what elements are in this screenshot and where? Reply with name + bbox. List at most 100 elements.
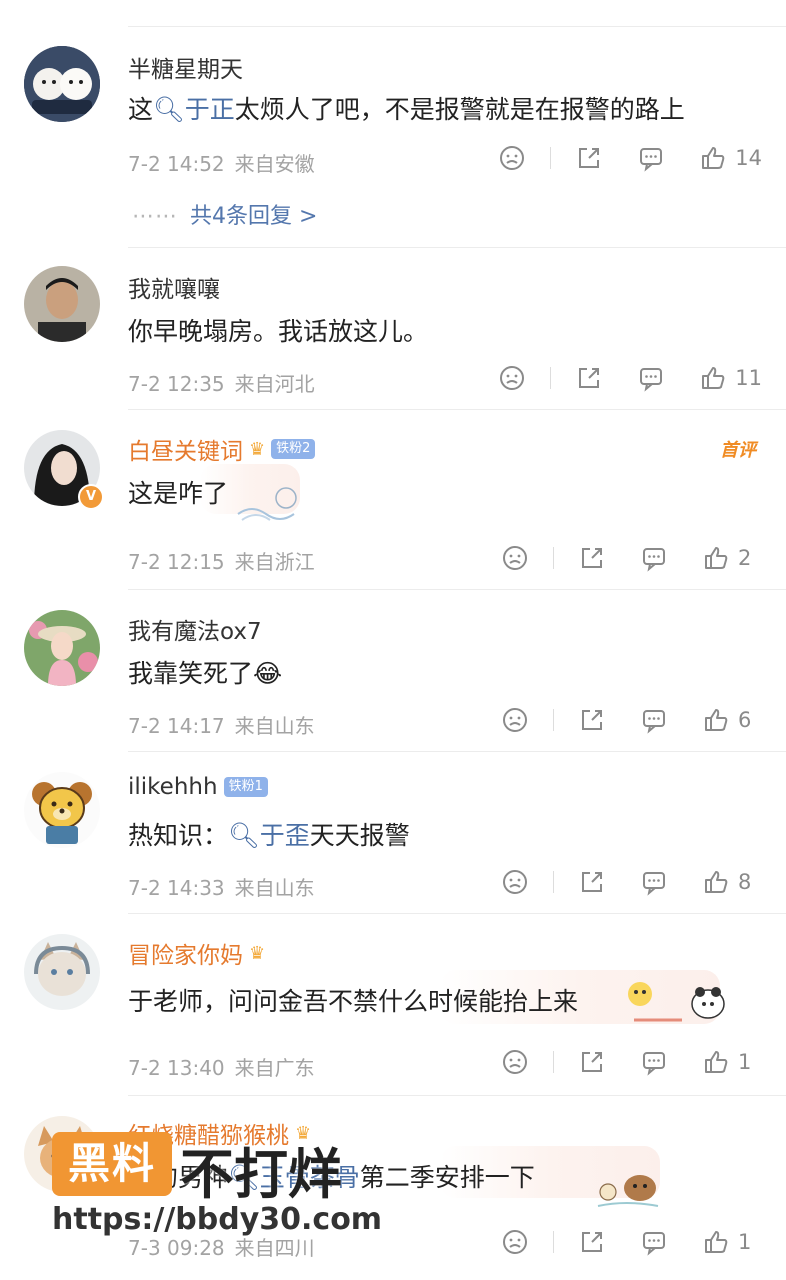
bubble-sticker-icon (237, 487, 297, 521)
dislike-face-icon[interactable] (498, 364, 526, 392)
like-icon[interactable] (702, 1228, 730, 1256)
like-icon[interactable] (699, 144, 727, 172)
like-count: 1 (738, 1050, 752, 1074)
timestamp: 7-2 14:52 (128, 152, 225, 176)
avatar[interactable] (24, 934, 100, 1010)
share-icon[interactable] (578, 544, 606, 572)
divider (553, 1051, 554, 1073)
divider (550, 147, 552, 169)
comment-icon[interactable] (637, 144, 665, 172)
avatar[interactable] (24, 772, 100, 848)
topic-link[interactable]: 🔍︎于正 (153, 95, 235, 124)
search-icon: 🔍︎ (153, 95, 185, 124)
comment-meta: 7-2 12:35 来自河北 (128, 368, 315, 397)
comment-meta: 7-2 12:15 来自浙江 (128, 546, 315, 575)
laughing-emoji-icon: 😂 (253, 659, 283, 688)
avatar[interactable] (24, 46, 100, 122)
dislike-face-icon[interactable] (501, 544, 529, 572)
like-count: 8 (738, 870, 752, 894)
like-icon[interactable] (702, 706, 730, 734)
dislike-face-icon[interactable] (498, 144, 526, 172)
comment-actions: 1 (501, 1046, 762, 1078)
fan-badge: 铁粉2 (271, 439, 316, 459)
comment-item: ilikehhh 铁粉1 热知识：🔍︎于歪天天报警 7-2 14:33 来自山东 … (0, 752, 786, 914)
location: 来自河北 (234, 372, 315, 396)
comment-actions: 8 (501, 866, 762, 898)
comment-item: 冒险家你妈 ♛ 于老师，问问金吾不禁什么时候能抬上来 7-2 13:40 来自广东… (0, 914, 786, 1096)
comment-icon[interactable] (640, 1228, 668, 1256)
share-icon[interactable] (578, 1228, 606, 1256)
crown-icon: ♛ (249, 942, 266, 964)
comment-text: 热知识：🔍︎于歪天天报警 (128, 821, 410, 850)
comment-icon[interactable] (640, 706, 668, 734)
like-icon[interactable] (702, 1048, 730, 1076)
divider (550, 367, 552, 389)
comment-actions: 1 (501, 1226, 762, 1258)
bubble-sticker-icon (628, 982, 725, 1022)
location: 来自山东 (234, 714, 315, 738)
watermark-title: 不打烊 (180, 1143, 342, 1206)
comment-actions: 14 (498, 142, 762, 174)
comment-item: 我有魔法ox7 我靠笑死了😂 7-2 14:17 来自山东 6 (0, 590, 786, 752)
like-icon[interactable] (702, 544, 730, 572)
username[interactable]: 我就嚷嚷 (128, 270, 220, 304)
avatar[interactable] (24, 266, 100, 342)
search-icon: 🔍︎ (228, 821, 260, 850)
comment-actions: 11 (498, 362, 762, 394)
like-count: 14 (735, 146, 762, 170)
comment-icon[interactable] (640, 868, 668, 896)
comment-text: 我靠笑死了😂 (128, 659, 283, 688)
like-icon[interactable] (702, 868, 730, 896)
fan-badge: 铁粉1 (223, 777, 268, 797)
verified-badge-icon: V (78, 484, 104, 510)
watermark-logo: 黑料 (52, 1132, 172, 1196)
comment-text: 于老师，问问金吾不禁什么时候能抬上来 (128, 987, 579, 1016)
comment-actions: 6 (501, 704, 762, 736)
dislike-face-icon[interactable] (501, 1228, 529, 1256)
location: 来自四川 (234, 1236, 315, 1260)
comment-icon[interactable] (640, 544, 668, 572)
comment-icon[interactable] (640, 1048, 668, 1076)
timestamp: 7-2 14:17 (128, 714, 225, 738)
timestamp: 7-2 14:33 (128, 876, 225, 900)
comment-meta: 7-2 14:52 来自安徽 (128, 148, 315, 177)
username[interactable]: ilikehhh 铁粉1 (128, 774, 268, 800)
topic-link[interactable]: 🔍︎于歪 (228, 821, 310, 850)
comment-icon[interactable] (637, 364, 665, 392)
location: 来自安徽 (234, 152, 315, 176)
divider (553, 1231, 554, 1253)
comment-item: V 白昼关键词 ♛ 铁粉2 首评 这是咋了 7-2 12:15 来自浙江 2 (0, 410, 786, 590)
first-comment-badge: 首评 (720, 440, 756, 461)
location: 来自浙江 (234, 550, 315, 574)
timestamp: 7-2 12:35 (128, 372, 225, 396)
location: 来自山东 (234, 876, 315, 900)
like-count: 2 (738, 546, 752, 570)
share-icon[interactable] (575, 144, 603, 172)
username[interactable]: 我有魔法ox7 (128, 612, 262, 646)
dots-icon: ⋯⋯ (132, 204, 178, 229)
timestamp: 7-3 09:28 (128, 1236, 225, 1260)
share-icon[interactable] (578, 1048, 606, 1076)
username[interactable]: 白昼关键词 ♛ 铁粉2 (128, 432, 316, 466)
share-icon[interactable] (578, 706, 606, 734)
dislike-face-icon[interactable] (501, 1048, 529, 1076)
username[interactable]: 半糖星期天 (128, 50, 243, 84)
share-icon[interactable] (578, 868, 606, 896)
comment-text: 这是咋了 (128, 479, 229, 508)
share-icon[interactable] (575, 364, 603, 392)
like-count: 6 (738, 708, 752, 732)
like-icon[interactable] (699, 364, 727, 392)
dislike-face-icon[interactable] (501, 868, 529, 896)
avatar[interactable] (24, 610, 100, 686)
username[interactable]: 冒险家你妈 ♛ (128, 936, 265, 970)
view-replies-link[interactable]: ⋯⋯ 共4条回复 > (132, 198, 317, 230)
dislike-face-icon[interactable] (501, 706, 529, 734)
divider (553, 709, 554, 731)
comment-meta: 7-2 13:40 来自广东 (128, 1052, 315, 1081)
like-count: 11 (735, 366, 762, 390)
timestamp: 7-2 12:15 (128, 550, 225, 574)
location: 来自广东 (234, 1056, 315, 1080)
timestamp: 7-2 13:40 (128, 1056, 225, 1080)
comment-meta: 7-2 14:33 来自山东 (128, 872, 315, 901)
comment-text: 这🔍︎于正太烦人了吧，不是报警就是在报警的路上 (128, 95, 685, 124)
